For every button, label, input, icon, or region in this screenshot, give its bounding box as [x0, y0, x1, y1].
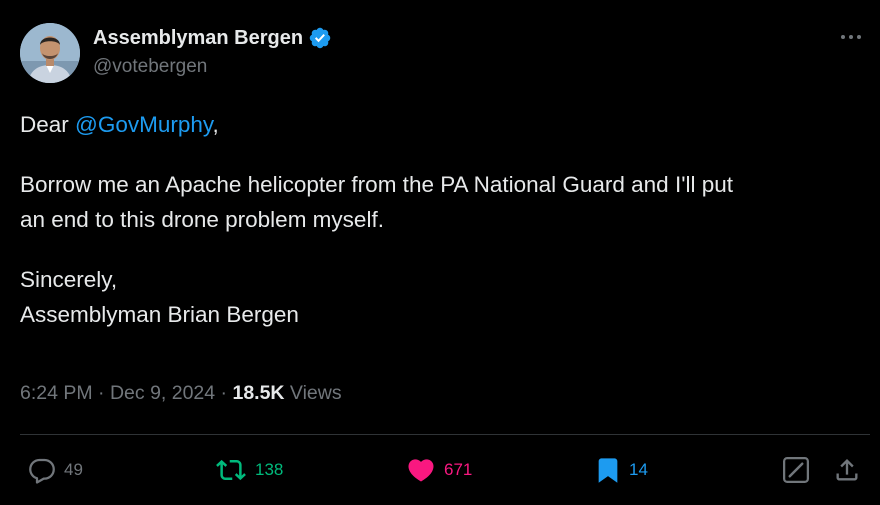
tweet-meta: 6:24 PM · Dec 9, 2024 · 18.5K Views	[20, 382, 342, 405]
bookmark-button[interactable]: 14	[594, 452, 648, 488]
tweet-date[interactable]: Dec 9, 2024	[110, 382, 215, 404]
tweet-body-line-2: an end to this drone problem myself.	[20, 207, 384, 232]
share-button[interactable]	[833, 452, 861, 488]
greeting-prefix: Dear	[20, 112, 76, 137]
divider	[20, 434, 870, 435]
tweet-closing: Sincerely,	[20, 266, 118, 292]
repost-button[interactable]: 138	[214, 452, 283, 488]
bookmark-icon	[598, 458, 618, 483]
verified-badge-icon[interactable]	[308, 26, 332, 50]
tweet-time[interactable]: 6:24 PM	[20, 382, 93, 404]
author-display-name[interactable]: Assemblyman Bergen	[93, 27, 303, 50]
avatar-photo	[20, 23, 80, 83]
more-dots-icon	[841, 35, 861, 39]
reply-button[interactable]: 49	[27, 452, 83, 488]
repost-icon	[216, 459, 246, 481]
author-handle[interactable]: @votebergen	[93, 56, 207, 78]
share-icon	[836, 459, 858, 481]
views-label: Views	[284, 382, 342, 404]
like-count: 671	[444, 460, 473, 479]
grok-button[interactable]	[781, 452, 811, 488]
tweet-signature: Assemblyman Brian Bergen	[20, 302, 299, 327]
tweet-greeting-line: Dear @GovMurphy,	[20, 107, 870, 143]
mention-link[interactable]: @GovMurphy	[75, 112, 212, 137]
more-options-button[interactable]	[836, 22, 866, 52]
avatar[interactable]	[20, 23, 80, 83]
tweet-body-line-1: Borrow me an Apache helicopter from the …	[20, 171, 734, 197]
reply-count: 49	[64, 460, 83, 479]
tweet-text: Dear @GovMurphy, Borrow me an Apache hel…	[20, 107, 870, 333]
meta-separator: ·	[92, 382, 110, 404]
greeting-suffix: ,	[212, 112, 219, 137]
heart-icon	[408, 459, 434, 482]
reply-icon	[29, 458, 55, 484]
views-count: 18.5K	[232, 382, 285, 404]
meta-separator-2: ·	[215, 382, 233, 404]
grok-icon	[783, 457, 809, 483]
like-button[interactable]: 671	[405, 452, 472, 488]
bookmark-count: 14	[629, 460, 648, 479]
repost-count: 138	[255, 460, 284, 479]
author-name-row[interactable]: Assemblyman Bergen	[93, 26, 332, 50]
